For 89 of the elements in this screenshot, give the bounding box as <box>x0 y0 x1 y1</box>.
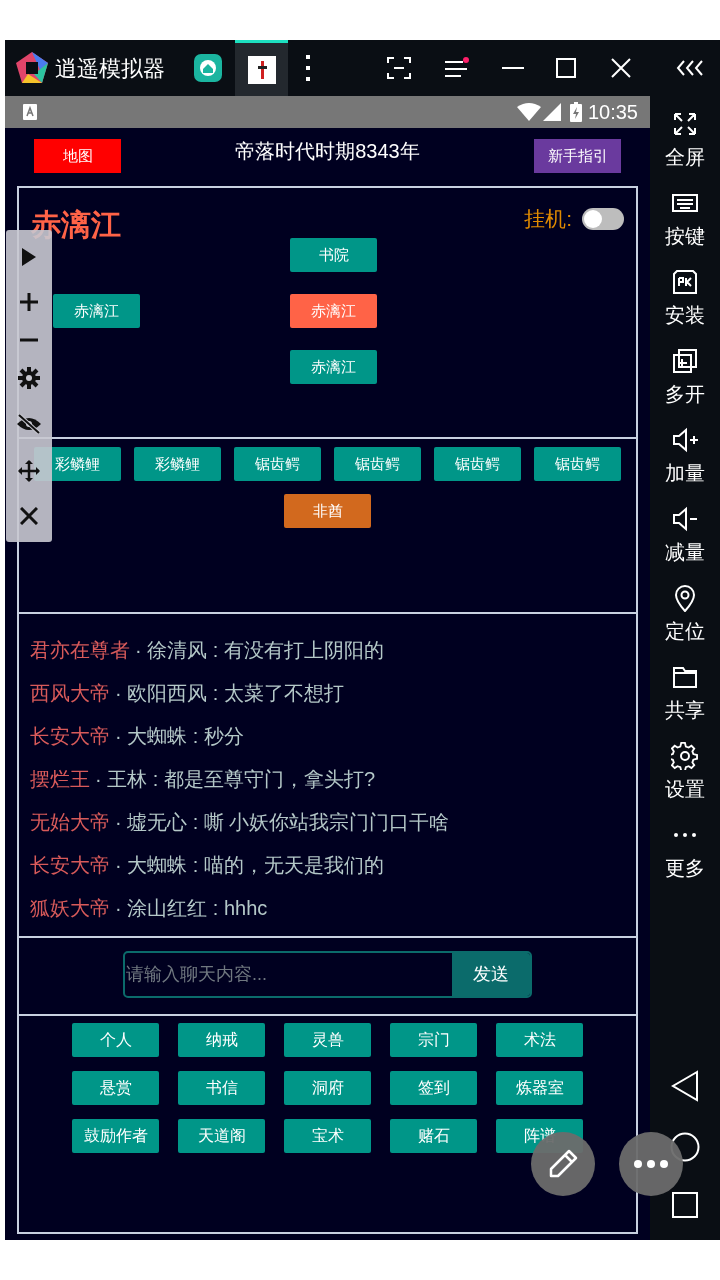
chat-message: · 大蜘蛛 : 秒分 <box>115 724 244 749</box>
menu-button[interactable]: 签到 <box>390 1071 477 1105</box>
menu-button[interactable]: 炼器室 <box>496 1071 583 1105</box>
app-icon <box>247 55 276 84</box>
clock: 10:35 <box>587 100 638 125</box>
sidebar-label[interactable]: 多开 <box>665 381 705 407</box>
close-icon[interactable] <box>20 507 38 526</box>
chat-message: · 徐清风 : 有没有打上阴阳的 <box>135 638 384 663</box>
chat-rank: 摆烂王 <box>30 767 90 792</box>
idle-label: 挂机: <box>524 206 572 232</box>
home-icon[interactable] <box>194 54 222 82</box>
monster-button[interactable]: 锯齿鳄 <box>434 447 521 481</box>
minimize-icon[interactable] <box>502 66 524 70</box>
package-icon[interactable] <box>671 268 699 296</box>
chat-rank: 狐妖大帝 <box>30 896 110 921</box>
map-node-button[interactable]: 赤漓江 <box>290 294 377 328</box>
chat-message: · 墟无心 : 嘶 小妖你站我宗门门口干啥 <box>115 810 450 835</box>
monster-button[interactable]: 锯齿鳄 <box>534 447 621 481</box>
chat-rank: 长安大帝 <box>30 853 110 878</box>
chat-message: · 大蜘蛛 : 喵的，无天是我们的 <box>115 853 384 878</box>
sidebar-label[interactable]: 设置 <box>665 776 705 802</box>
chat-rank: 长安大帝 <box>30 724 110 749</box>
app-tab[interactable] <box>235 40 288 96</box>
menu-button[interactable]: 书信 <box>178 1071 265 1105</box>
signal-icon <box>542 103 561 121</box>
kebab-menu-icon[interactable] <box>305 55 311 81</box>
pencil-icon <box>547 1148 579 1180</box>
menu-button[interactable]: 灵兽 <box>284 1023 371 1057</box>
era-title: 帝落时代时期8343年 <box>235 139 420 164</box>
monster-button[interactable]: 锯齿鳄 <box>334 447 421 481</box>
chat-message: · 王林 : 都是至尊守门，拿头打? <box>95 767 375 792</box>
send-button[interactable]: 发送 <box>452 953 530 996</box>
sidebar-label[interactable]: 按键 <box>665 223 705 249</box>
menu-icon[interactable] <box>444 57 470 79</box>
menu-button[interactable]: 纳戒 <box>178 1023 265 1057</box>
settings-icon[interactable] <box>18 366 40 389</box>
move-icon[interactable] <box>18 459 40 482</box>
windows-icon[interactable] <box>671 347 699 375</box>
collapse-icon[interactable] <box>676 60 706 76</box>
guide-button[interactable]: 新手指引 <box>534 139 621 173</box>
map-node-button[interactable]: 赤漓江 <box>53 294 140 328</box>
more-icon <box>634 1160 668 1168</box>
chat-input-field[interactable]: 请输入聊天内容... 发送 <box>123 951 532 998</box>
idle-toggle[interactable] <box>582 207 624 230</box>
sidebar-label[interactable]: 安装 <box>665 302 705 328</box>
sidebar-label[interactable]: 更多 <box>665 855 705 881</box>
menu-button[interactable]: 悬赏 <box>72 1071 159 1105</box>
more-button[interactable] <box>619 1132 683 1196</box>
app-title: 逍遥模拟器 <box>55 54 165 83</box>
wifi-icon <box>516 103 541 121</box>
fullscreen-icon[interactable] <box>671 110 699 138</box>
play-icon[interactable] <box>21 246 37 267</box>
volume-up-icon[interactable] <box>671 426 699 454</box>
chat-rank: 无始大帝 <box>30 810 110 835</box>
menu-button[interactable]: 洞府 <box>284 1071 371 1105</box>
screenshot-icon[interactable] <box>387 57 411 79</box>
map-node-button[interactable]: 书院 <box>290 238 377 272</box>
monster-button[interactable]: 锯齿鳄 <box>234 447 321 481</box>
sidebar-label[interactable]: 定位 <box>665 618 705 644</box>
recents-icon[interactable] <box>672 1192 698 1218</box>
maximize-icon[interactable] <box>556 58 576 78</box>
eye-off-icon[interactable] <box>16 414 42 435</box>
back-icon[interactable] <box>671 1070 699 1102</box>
home-circle-icon[interactable] <box>670 1132 700 1162</box>
logo-icon <box>14 50 50 86</box>
npc-button[interactable]: 非酋 <box>284 494 371 528</box>
battery-icon <box>569 102 582 122</box>
chat-message: · 欧阳西风 : 太菜了不想打 <box>115 681 344 706</box>
sidebar-label[interactable]: 共享 <box>665 697 705 723</box>
map-button[interactable]: 地图 <box>34 139 121 173</box>
sidebar-label[interactable]: 加量 <box>665 460 705 486</box>
chat-rank: 西风大帝 <box>30 681 110 706</box>
menu-button[interactable]: 赌石 <box>390 1119 477 1153</box>
menu-button[interactable]: 鼓励作者 <box>72 1119 159 1153</box>
menu-button[interactable]: 宝术 <box>284 1119 371 1153</box>
menu-button[interactable]: 宗门 <box>390 1023 477 1057</box>
keyboard-indicator-icon <box>23 104 37 120</box>
minus-icon[interactable] <box>19 337 39 342</box>
plus-icon[interactable] <box>19 292 39 313</box>
sidebar-label[interactable]: 全屏 <box>665 144 705 170</box>
chat-rank: 君亦在尊者 <box>30 638 130 663</box>
map-node-button[interactable]: 赤漓江 <box>290 350 377 384</box>
menu-button[interactable]: 个人 <box>72 1023 159 1057</box>
menu-button[interactable]: 天道阁 <box>178 1119 265 1153</box>
monster-button[interactable]: 彩鳞鲤 <box>134 447 221 481</box>
volume-down-icon[interactable] <box>671 505 699 533</box>
sidebar-label[interactable]: 减量 <box>665 539 705 565</box>
menu-button[interactable]: 术法 <box>496 1023 583 1057</box>
chat-message: · 涂山红红 : hhhc <box>115 896 268 921</box>
